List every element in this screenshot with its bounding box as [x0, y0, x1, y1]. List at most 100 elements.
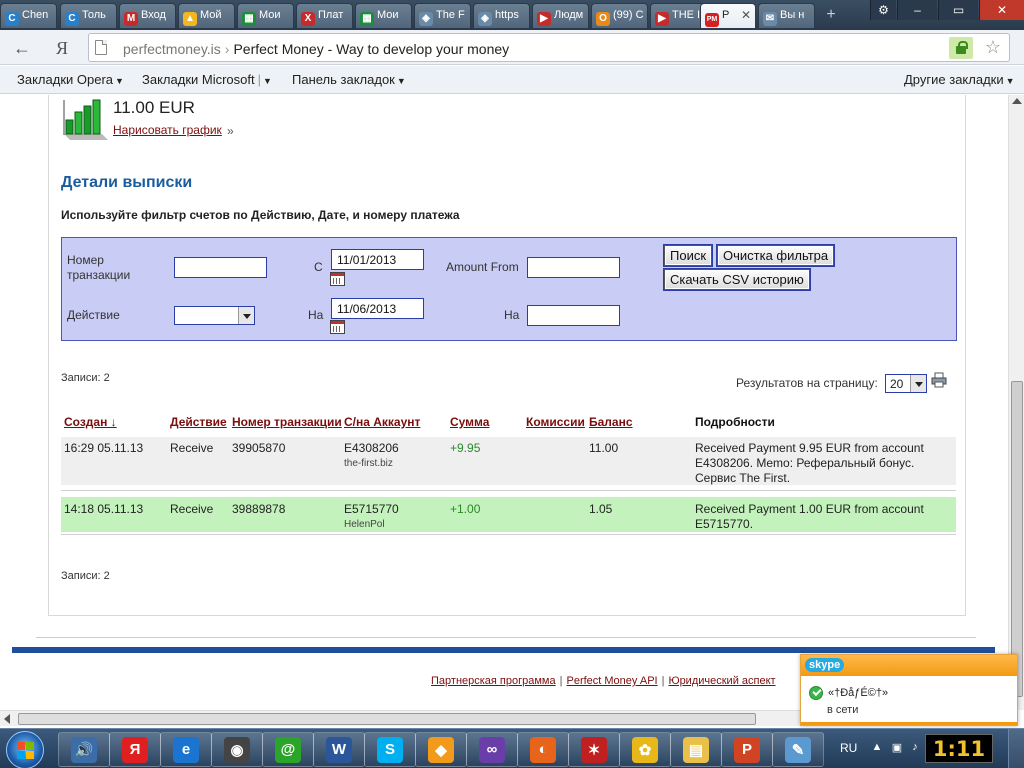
- chevron-down-icon: [238, 307, 254, 324]
- tab-favicon-icon: ▲: [183, 12, 197, 26]
- legal-link[interactable]: Юридический аспект: [668, 675, 775, 687]
- close-window-button[interactable]: ✕: [979, 0, 1024, 20]
- date-to-input[interactable]: [331, 298, 424, 319]
- browser-tab[interactable]: ▶ THE I: [650, 3, 707, 28]
- yandex-icon[interactable]: Я: [52, 38, 72, 58]
- volume-icon: 🔊: [71, 736, 97, 763]
- taskbar-firefox-button[interactable]: ◐: [517, 732, 569, 767]
- chevron-down-icon: ▼: [263, 76, 272, 86]
- taskbar-vs-button[interactable]: ∞: [466, 732, 518, 767]
- volume-icon[interactable]: ♪: [908, 741, 922, 755]
- windows-logo-icon: [17, 742, 34, 759]
- amount-from-input[interactable]: [527, 257, 620, 278]
- address-bar[interactable]: perfectmoney.is › Perfect Money - Way to d…: [88, 33, 1010, 62]
- cell-action: Receive: [170, 502, 214, 516]
- clock[interactable]: 1:11: [925, 734, 993, 763]
- action-select[interactable]: [174, 306, 255, 325]
- date-from-input[interactable]: [331, 249, 424, 270]
- minimize-button[interactable]: –: [897, 0, 937, 20]
- bookmark-folder-panel[interactable]: Панель закладок ▼: [292, 72, 406, 87]
- browser-tab[interactable]: C Chen: [0, 3, 57, 28]
- column-fee[interactable]: Комиссии: [526, 415, 585, 429]
- taskbar-star-button[interactable]: ✶: [568, 732, 620, 767]
- vertical-scrollbar[interactable]: [1008, 95, 1024, 710]
- powerpoint-icon: P: [734, 736, 760, 763]
- browser-tab[interactable]: C Толь: [60, 3, 117, 28]
- browser-tab[interactable]: ▦ Мои: [355, 3, 412, 28]
- tray-expand-icon[interactable]: ▲: [870, 741, 884, 755]
- taskbar-mail-button[interactable]: @: [262, 732, 314, 767]
- draw-chart-link[interactable]: Нарисовать график: [113, 123, 222, 137]
- scroll-thumb[interactable]: [18, 713, 756, 725]
- maximize-button[interactable]: ▭: [938, 0, 978, 20]
- calendar-icon[interactable]: [330, 320, 345, 334]
- network-icon[interactable]: ▣: [890, 741, 904, 755]
- row-divider: [61, 534, 956, 535]
- taskbar-volume-button[interactable]: 🔊: [58, 732, 110, 767]
- taskbar-camera-button[interactable]: ◉: [211, 732, 263, 767]
- lock-icon[interactable]: [949, 37, 973, 59]
- close-tab-icon[interactable]: ✕: [741, 8, 751, 22]
- footer-links: Партнерская программа | Perfect Money API |…: [431, 675, 776, 687]
- scroll-thumb[interactable]: [1011, 381, 1023, 697]
- start-button[interactable]: [6, 731, 44, 768]
- back-arrow-icon[interactable]: ←: [12, 38, 32, 58]
- address-separator: ›: [224, 41, 230, 57]
- clear-filter-button[interactable]: Очистка фильтра: [715, 244, 836, 267]
- browser-tab[interactable]: ✉ Вы н: [758, 3, 815, 28]
- amount-to-input[interactable]: [527, 305, 620, 326]
- browser-tab[interactable]: ▶ Людм: [532, 3, 589, 28]
- footer-bar: [12, 647, 995, 653]
- address-text[interactable]: perfectmoney.is › Perfect Money - Way to d…: [123, 41, 509, 57]
- taskbar-ie-button[interactable]: e: [160, 732, 212, 767]
- taskbar-bee-button[interactable]: ✿: [619, 732, 671, 767]
- browser-tab[interactable]: О (99) С: [591, 3, 648, 28]
- scroll-left-icon[interactable]: [4, 714, 10, 724]
- taskbar-skype-button[interactable]: S: [364, 732, 416, 767]
- printer-icon[interactable]: [931, 372, 947, 388]
- scroll-up-icon[interactable]: [1012, 98, 1022, 104]
- taskbar-yandex-button[interactable]: Я: [109, 732, 161, 767]
- taskbar-explorer-button[interactable]: ▤: [670, 732, 722, 767]
- explorer-icon: ▤: [683, 736, 709, 763]
- word-icon: W: [326, 736, 352, 763]
- browser-tab[interactable]: ◈ The F: [414, 3, 471, 28]
- tab-favicon-icon: ✉: [763, 12, 777, 26]
- column-txn-number[interactable]: Номер транзакции: [232, 415, 342, 429]
- skype-notification[interactable]: skype «†ÐåƒÉ©†» в сети: [800, 654, 1018, 726]
- filter-hint: Используйте фильтр счетов по Действию, Д…: [61, 208, 460, 222]
- taskbar-cubes-button[interactable]: ◆: [415, 732, 467, 767]
- star-bookmark-icon[interactable]: ☆: [985, 37, 1001, 58]
- column-amount[interactable]: Сумма: [450, 415, 489, 429]
- taskbar-powerpoint-button[interactable]: P: [721, 732, 773, 767]
- column-action[interactable]: Действие: [170, 415, 227, 429]
- bookmark-folder-microsoft[interactable]: Закладки Microsoft | ▼: [142, 72, 272, 87]
- column-account[interactable]: С/на Аккаунт: [344, 415, 420, 429]
- browser-tab[interactable]: ◈ https: [473, 3, 530, 28]
- column-created[interactable]: Создан ↓: [64, 415, 117, 429]
- new-tab-button[interactable]: +: [820, 6, 842, 24]
- bookmark-folder-opera[interactable]: Закладки Opera ▼: [17, 72, 124, 87]
- language-indicator[interactable]: RU: [840, 741, 857, 755]
- browser-tab[interactable]: M Вход: [119, 3, 176, 28]
- taskbar-word-button[interactable]: W: [313, 732, 365, 767]
- calendar-icon[interactable]: [330, 272, 345, 286]
- settings-icon[interactable]: ⚙: [870, 0, 896, 20]
- browser-tab[interactable]: PM P ✕: [700, 3, 756, 28]
- affiliate-link[interactable]: Партнерская программа: [431, 675, 556, 687]
- firefox-icon: ◐: [530, 736, 556, 763]
- browser-tab[interactable]: X Плат: [296, 3, 353, 28]
- browser-tab[interactable]: ▦ Мои: [237, 3, 294, 28]
- page-title: Детали выписки: [61, 174, 193, 191]
- per-page-select[interactable]: 20: [885, 374, 927, 393]
- browser-tab[interactable]: ▲ Мой: [178, 3, 235, 28]
- show-desktop-button[interactable]: [1008, 729, 1024, 768]
- download-csv-button[interactable]: Скачать CSV историю: [663, 268, 811, 291]
- column-balance[interactable]: Баланс: [589, 415, 633, 429]
- taskbar-paint-button[interactable]: ✎: [772, 732, 824, 767]
- bookmark-label: Закладки Microsoft: [142, 72, 255, 87]
- txn-number-input[interactable]: [174, 257, 267, 278]
- bookmark-folder-other[interactable]: Другие закладки ▼: [904, 72, 1015, 87]
- api-link[interactable]: Perfect Money API: [566, 675, 657, 687]
- search-button[interactable]: Поиск: [662, 244, 714, 267]
